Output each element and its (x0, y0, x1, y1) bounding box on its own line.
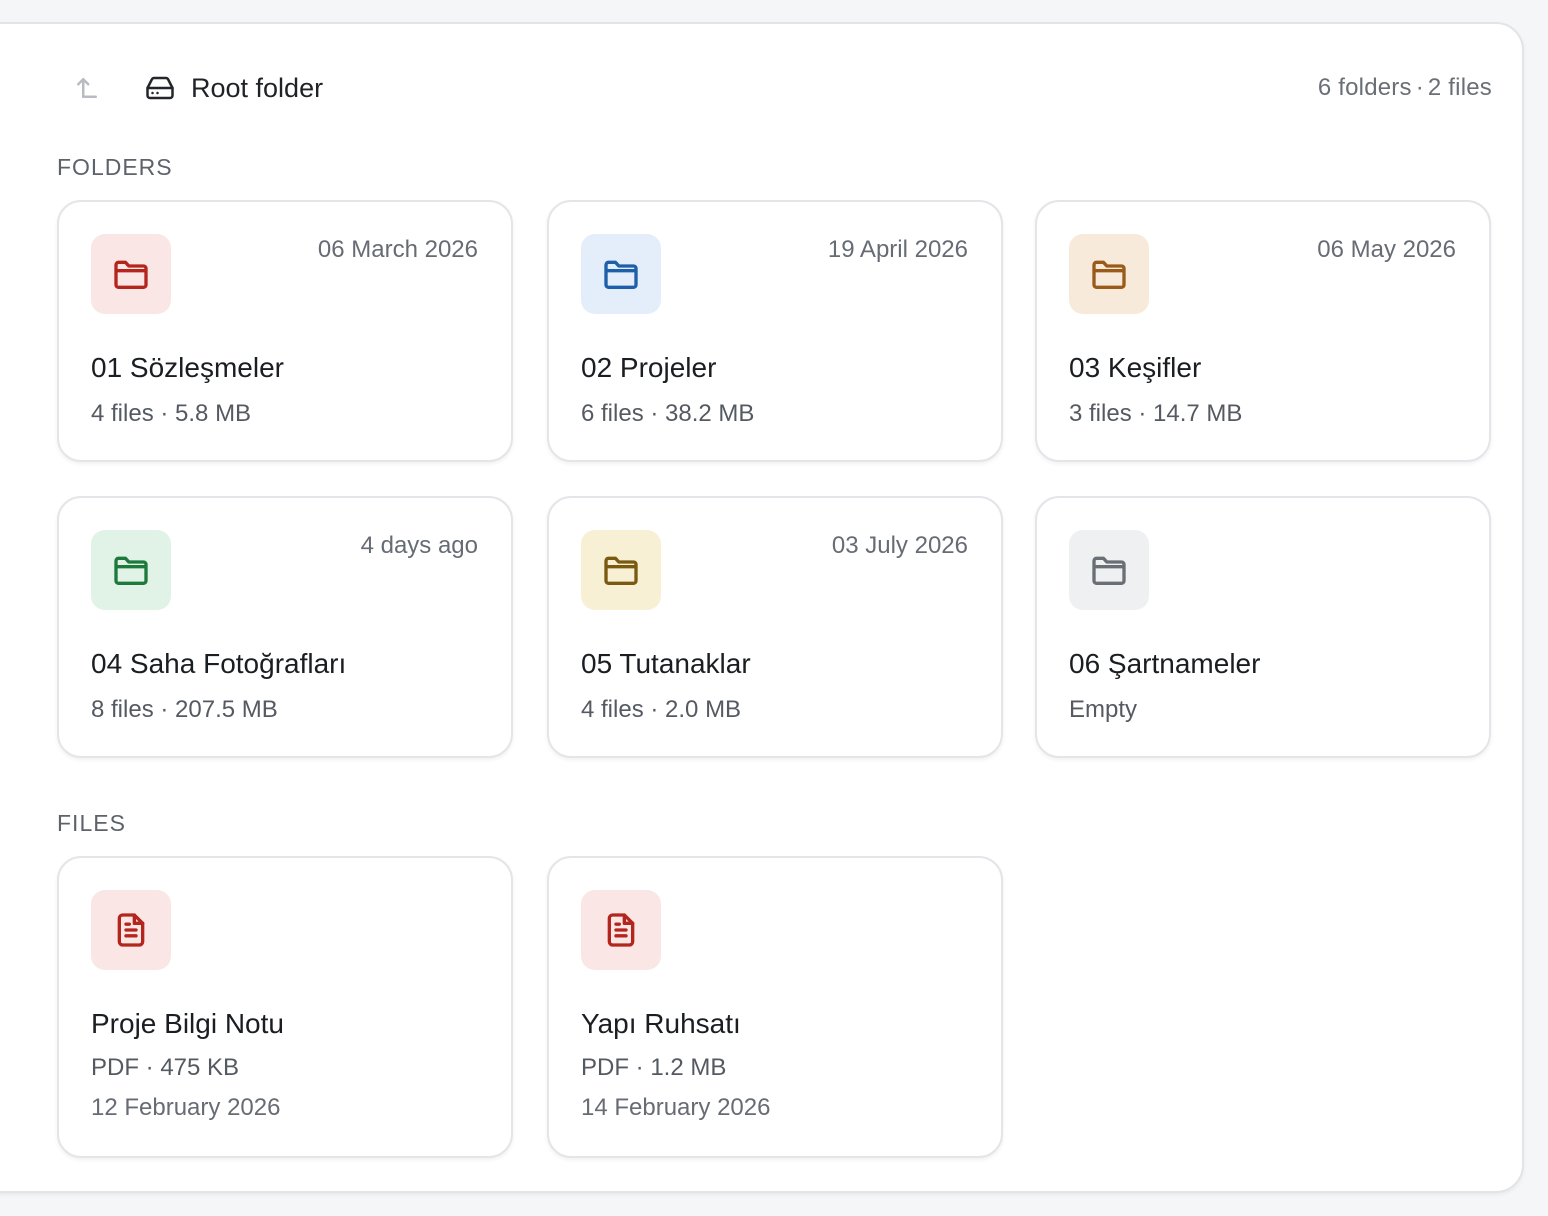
file-meta: PDF · 1.2 MB (581, 1054, 727, 1081)
folder-card[interactable]: 06 Şartnameler Empty (1035, 496, 1491, 758)
folder-card[interactable]: 19 April 2026 02 Projeler 6 files · 38.2… (547, 200, 1003, 462)
folder-card[interactable]: 03 July 2026 05 Tutanaklar 4 files · 2.0… (547, 496, 1003, 758)
folder-name: 05 Tutanaklar (581, 648, 751, 679)
hard-drive-icon (145, 73, 175, 103)
folder-meta: 8 files · 207.5 MB (91, 696, 278, 723)
file-card[interactable]: Proje Bilgi Notu PDF · 475 KB 12 Februar… (57, 856, 513, 1158)
folder-meta: 4 files · 2.0 MB (581, 696, 742, 723)
folder-name: 06 Şartnameler (1069, 648, 1261, 679)
folder-name: 04 Saha Fotoğrafları (91, 648, 347, 679)
folder-meta: 4 files · 5.8 MB (91, 400, 252, 427)
folder-card[interactable]: 06 May 2026 03 Keşifler 3 files · 14.7 M… (1035, 200, 1491, 462)
folder-date: 06 May 2026 (1317, 236, 1456, 263)
folder-meta: Empty (1069, 696, 1138, 723)
browser-toolbar: Root folder 6 folders · 2 files (57, 68, 1492, 108)
folder-name: 03 Keşifler (1069, 352, 1202, 383)
folder-icon (91, 234, 171, 314)
pdf-file-icon (581, 890, 661, 970)
folder-date: 19 April 2026 (827, 236, 968, 263)
pdf-file-icon (91, 890, 171, 970)
folder-name: 01 Sözleşmeler (91, 352, 284, 383)
folder-icon (581, 530, 661, 610)
folder-meta: 6 files · 38.2 MB (581, 400, 755, 427)
folder-date: 03 July 2026 (831, 532, 968, 559)
item-count-summary: 6 folders · 2 files (1317, 74, 1492, 101)
breadcrumb-root[interactable]: Root folder (191, 73, 323, 104)
folder-name: 02 Projeler (581, 352, 717, 383)
arrow-up-left-icon (77, 78, 97, 98)
files-section-label: FILES (57, 810, 126, 836)
folder-icon (1069, 530, 1149, 610)
file-meta: PDF · 475 KB (91, 1054, 240, 1081)
file-name: Yapı Ruhsatı (581, 1008, 741, 1039)
folder-meta: 3 files · 14.7 MB (1069, 400, 1243, 427)
folder-card[interactable]: 4 days ago 04 Saha Fotoğrafları 8 files … (57, 496, 513, 758)
folder-icon (91, 530, 171, 610)
folder-icon (581, 234, 661, 314)
file-date: 14 February 2026 (581, 1094, 771, 1121)
file-card[interactable]: Yapı Ruhsatı PDF · 1.2 MB 14 February 20… (547, 856, 1003, 1158)
folder-date: 06 March 2026 (317, 236, 478, 263)
folders-section-label: FOLDERS (57, 154, 173, 180)
folder-icon (1069, 234, 1149, 314)
file-date: 12 February 2026 (91, 1094, 281, 1121)
file-name: Proje Bilgi Notu (91, 1008, 284, 1039)
go-up-button[interactable] (67, 68, 107, 108)
folder-card[interactable]: 06 March 2026 01 Sözleşmeler 4 files · 5… (57, 200, 513, 462)
folder-date: 4 days ago (360, 532, 478, 559)
